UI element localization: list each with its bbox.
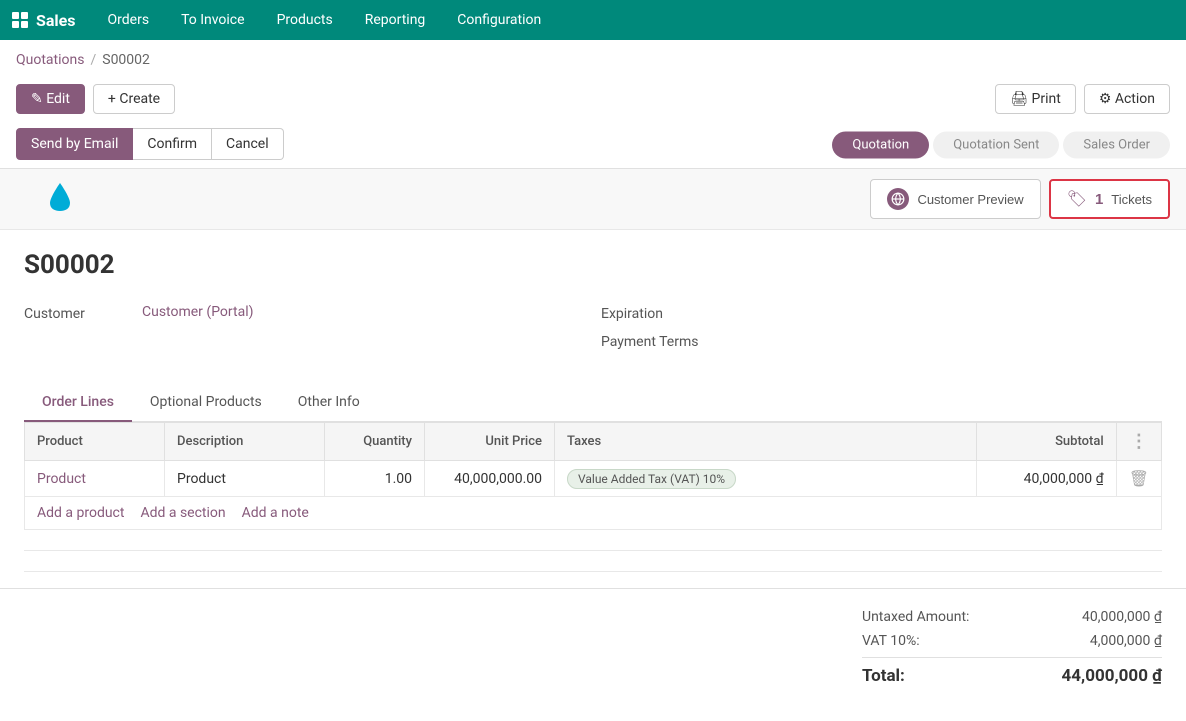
breadcrumb-parent[interactable]: Quotations [16, 52, 84, 68]
header-actions: ⋮ [1116, 423, 1161, 461]
add-note-link[interactable]: Add a note [242, 505, 309, 521]
row-taxes: Value Added Tax (VAT) 10% [555, 461, 977, 497]
create-button[interactable]: + Create [93, 84, 175, 114]
status-quotation[interactable]: Quotation [832, 132, 929, 159]
header-product: Product [25, 423, 165, 461]
app-logo[interactable]: Sales [12, 11, 76, 30]
table-row: Product Product 1.00 40,000,000.00 Value… [25, 461, 1162, 497]
vat-value: 4,000,000 ₫ [1022, 633, 1162, 649]
untaxed-value: 40,000,000 ₫ [1022, 609, 1162, 625]
tab-optional-products[interactable]: Optional Products [132, 384, 280, 422]
add-section-link[interactable]: Add a section [140, 505, 225, 521]
send-email-button[interactable]: Send by Email [16, 128, 133, 160]
form-grid: Customer Customer (Portal) Expiration Pa… [24, 304, 1162, 360]
untaxed-row: Untaxed Amount: 40,000,000 ₫ [862, 605, 1162, 629]
status-quotation-sent[interactable]: Quotation Sent [933, 132, 1059, 159]
nav-reporting[interactable]: Reporting [349, 0, 442, 40]
document-title: S00002 [24, 250, 1162, 280]
print-button[interactable]: 🖨 Print [995, 84, 1076, 114]
order-lines-table: Product Description Quantity Unit Price … [24, 422, 1162, 497]
totals-area: Untaxed Amount: 40,000,000 ₫ VAT 10%: 4,… [0, 588, 1186, 706]
product-link[interactable]: Product [37, 471, 86, 487]
row-quantity[interactable]: 1.00 [325, 461, 425, 497]
drop-icon [50, 183, 70, 211]
untaxed-label: Untaxed Amount: [862, 609, 969, 625]
payment-terms-field: Payment Terms [601, 332, 1162, 350]
expiration-field: Expiration [601, 304, 1162, 322]
nav-items: Orders To Invoice Products Reporting Con… [92, 0, 558, 40]
totals-table: Untaxed Amount: 40,000,000 ₫ VAT 10%: 4,… [862, 605, 1162, 690]
breadcrumb-current: S00002 [102, 52, 150, 68]
ticket-icon: 🏷 [1067, 189, 1087, 209]
delete-row-icon[interactable]: 🗑 [1129, 469, 1149, 488]
header-quantity: Quantity [325, 423, 425, 461]
add-product-link[interactable]: Add a product [37, 505, 124, 521]
total-value: 44,000,000 ₫ [1022, 666, 1162, 686]
vat-row: VAT 10%: 4,000,000 ₫ [862, 629, 1162, 653]
app-name: Sales [36, 11, 76, 30]
total-row: Total: 44,000,000 ₫ [862, 657, 1162, 690]
status-sales-order[interactable]: Sales Order [1063, 132, 1170, 159]
nav-configuration[interactable]: Configuration [441, 0, 557, 40]
form-area: S00002 Customer Customer (Portal) Expira… [0, 230, 1186, 550]
status-bar: Quotation Quotation Sent Sales Order [832, 132, 1170, 159]
expiration-label: Expiration [601, 304, 711, 322]
grid-icon [12, 12, 28, 28]
customer-section: Customer Customer (Portal) [24, 304, 585, 360]
customer-preview-button[interactable]: Customer Preview [870, 179, 1040, 219]
separator-2 [24, 571, 1162, 572]
workflow-bar: Send by Email Confirm Cancel Quotation Q… [0, 122, 1186, 169]
separator [24, 550, 1162, 551]
tickets-button[interactable]: 🏷 1 Tickets [1049, 179, 1170, 219]
tabs-bar: Order Lines Optional Products Other Info [24, 384, 1162, 422]
cancel-button[interactable]: Cancel [212, 128, 284, 160]
tickets-label: Tickets [1111, 192, 1152, 207]
add-row-section: Add a product Add a section Add a note [24, 497, 1162, 530]
row-actions: 🗑 [1116, 461, 1161, 497]
customer-value[interactable]: Customer (Portal) [142, 304, 253, 320]
customer-preview-label: Customer Preview [917, 192, 1023, 207]
globe-icon [887, 188, 909, 210]
header-description: Description [165, 423, 325, 461]
action-bar: ✎ Edit + Create 🖨 Print ⚙ Action [0, 76, 1186, 122]
nav-products[interactable]: Products [261, 0, 349, 40]
breadcrumb-separator: / [90, 52, 96, 68]
info-banner: Customer Preview 🏷 1 Tickets [0, 169, 1186, 230]
drop-indicator [50, 183, 70, 215]
tax-badge[interactable]: Value Added Tax (VAT) 10% [567, 469, 736, 489]
edit-button[interactable]: ✎ Edit [16, 84, 85, 114]
tab-other-info[interactable]: Other Info [280, 384, 378, 422]
action-button[interactable]: ⚙ Action [1084, 84, 1170, 114]
tickets-count: 1 [1095, 191, 1103, 208]
header-subtotal: Subtotal [976, 423, 1116, 461]
vat-label: VAT 10%: [862, 633, 920, 649]
row-description[interactable]: Product [165, 461, 325, 497]
nav-to-invoice[interactable]: To Invoice [165, 0, 261, 40]
breadcrumb: Quotations / S00002 [0, 40, 1186, 76]
row-subtotal: 40,000,000 ₫ [976, 461, 1116, 497]
confirm-button[interactable]: Confirm [133, 128, 212, 160]
total-label: Total: [862, 666, 905, 686]
right-section: Expiration Payment Terms [601, 304, 1162, 360]
customer-field: Customer Customer (Portal) [24, 304, 585, 322]
payment-terms-label: Payment Terms [601, 332, 711, 350]
tab-order-lines[interactable]: Order Lines [24, 384, 132, 422]
row-product: Product [25, 461, 165, 497]
nav-orders[interactable]: Orders [92, 0, 166, 40]
column-options-icon[interactable]: ⋮ [1130, 431, 1148, 452]
header-unit-price: Unit Price [425, 423, 555, 461]
customer-label: Customer [24, 304, 134, 322]
header-taxes: Taxes [555, 423, 977, 461]
top-navigation: Sales Orders To Invoice Products Reporti… [0, 0, 1186, 40]
row-unit-price[interactable]: 40,000,000.00 [425, 461, 555, 497]
